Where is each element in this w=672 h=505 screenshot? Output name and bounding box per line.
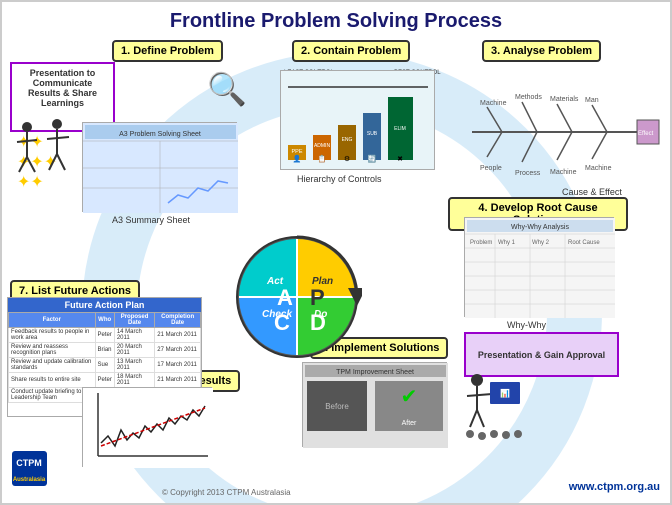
ctpm-logo: CTPM Australasia bbox=[12, 451, 87, 493]
svg-text:Man: Man bbox=[585, 97, 599, 104]
main-container: Frontline Problem Solving Process 1. Def… bbox=[0, 0, 672, 505]
svg-text:Machine: Machine bbox=[550, 169, 577, 176]
svg-text:📊: 📊 bbox=[500, 388, 510, 398]
presentation-right-box: Presentation & Gain Approval bbox=[464, 332, 619, 377]
step2-box: 2. Contain Problem bbox=[292, 40, 410, 62]
svg-text:P: P bbox=[310, 285, 325, 310]
svg-text:Problem: Problem bbox=[470, 240, 492, 246]
svg-text:After: After bbox=[402, 420, 417, 427]
step1-box: 1. Define Problem bbox=[112, 40, 223, 62]
svg-text:Root Cause: Root Cause bbox=[568, 240, 600, 246]
website-link: www.ctpm.org.au bbox=[569, 481, 660, 493]
col-completion: Completion Date bbox=[155, 313, 201, 328]
svg-text:👤: 👤 bbox=[292, 154, 301, 163]
table-row: Share results to entire sitePeter18 Marc… bbox=[9, 373, 201, 388]
svg-text:D: D bbox=[310, 310, 326, 335]
svg-text:⚙: ⚙ bbox=[343, 155, 349, 163]
svg-text:Effect: Effect bbox=[638, 131, 654, 137]
svg-text:Methods: Methods bbox=[515, 94, 542, 101]
cause-effect-label: Cause & Effect bbox=[562, 187, 622, 197]
svg-text:CTPM: CTPM bbox=[16, 458, 42, 468]
table-row: Review and update calibration standardsS… bbox=[9, 358, 201, 373]
svg-text:ADMIN: ADMIN bbox=[313, 143, 330, 149]
svg-text:🔄: 🔄 bbox=[367, 154, 376, 163]
svg-text:Process: Process bbox=[515, 170, 541, 177]
table-row: Feedback results to people in work areaP… bbox=[9, 328, 201, 343]
svg-text:C: C bbox=[274, 310, 290, 335]
svg-text:Australasia: Australasia bbox=[13, 477, 46, 483]
fishbone-diagram: Machine Methods Materials Man People Pro… bbox=[462, 62, 662, 202]
svg-text:✖: ✖ bbox=[397, 156, 403, 163]
svg-text:Why-Why Analysis: Why-Why Analysis bbox=[511, 224, 569, 231]
svg-text:Why 1: Why 1 bbox=[498, 240, 516, 246]
svg-text:SUB: SUB bbox=[366, 131, 377, 137]
tpm-area: TPM Improvement Sheet Before ✔ After bbox=[302, 362, 447, 447]
chart-area bbox=[82, 387, 212, 467]
svg-text:Before: Before bbox=[325, 402, 349, 411]
svg-text:People: People bbox=[480, 165, 502, 172]
svg-text:TPM Improvement Sheet: TPM Improvement Sheet bbox=[336, 369, 414, 376]
col-who: Who bbox=[95, 313, 114, 328]
svg-text:Why 2: Why 2 bbox=[532, 240, 550, 246]
col-factor: Factor bbox=[9, 313, 96, 328]
svg-text:A3 Problem Solving Sheet: A3 Problem Solving Sheet bbox=[119, 131, 201, 138]
page-title: Frontline Problem Solving Process bbox=[2, 10, 670, 33]
svg-text:Machine: Machine bbox=[480, 100, 507, 107]
svg-text:Machine: Machine bbox=[585, 165, 612, 172]
copyright-text: © Copyright 2013 CTPM Australasia bbox=[162, 488, 291, 497]
step3-box: 3. Analyse Problem bbox=[482, 40, 601, 62]
table-row: Review and reassess recognition plansBri… bbox=[9, 343, 201, 358]
svg-text:Materials: Materials bbox=[550, 96, 579, 103]
why-why-label: Why-Why bbox=[507, 320, 546, 330]
future-action-header: Future Action Plan bbox=[8, 298, 201, 312]
teacher-figure: 📊 bbox=[462, 372, 522, 432]
col-proposed: Proposed Date bbox=[114, 313, 154, 328]
svg-text:PPE: PPE bbox=[291, 149, 302, 155]
hierarchy-box: PPE ADMIN ENG SUB ELIM 👤 📋 ⚙ 🔄 ✖ bbox=[280, 70, 435, 170]
svg-text:✔: ✔ bbox=[401, 386, 418, 408]
figures-decoration bbox=[7, 112, 82, 192]
svg-text:A: A bbox=[277, 285, 293, 310]
why-why-area: Why-Why Analysis Problem Why 1 Why 2 Roo… bbox=[464, 217, 614, 317]
svg-text:ELIM: ELIM bbox=[394, 126, 406, 132]
pdca-wheel: Act Plan Check Do A P C D bbox=[232, 232, 362, 362]
a3-label: A3 Summary Sheet bbox=[112, 215, 190, 225]
a3-area: A3 Problem Solving Sheet bbox=[82, 122, 237, 212]
svg-text:ENG: ENG bbox=[341, 137, 352, 143]
magnify-icon: 🔍 bbox=[207, 70, 247, 108]
svg-text:📋: 📋 bbox=[317, 154, 326, 163]
hierarchy-label: Hierarchy of Controls bbox=[297, 174, 382, 184]
